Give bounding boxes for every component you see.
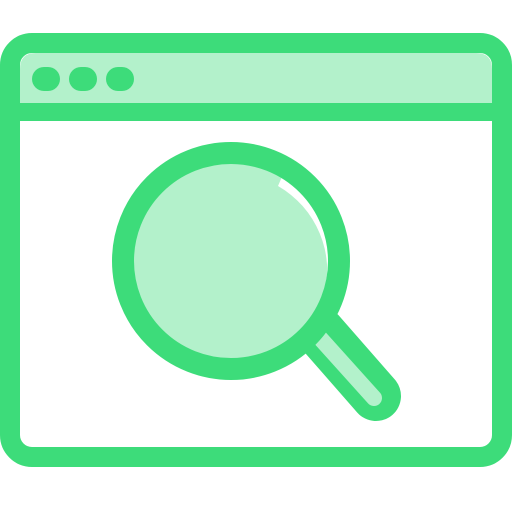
magnifying-glass-icon bbox=[112, 142, 401, 421]
browser-search-icon bbox=[0, 0, 512, 512]
window-dot-icon bbox=[69, 67, 97, 91]
window-dot-icon bbox=[106, 67, 134, 91]
window-dot-icon bbox=[32, 67, 60, 91]
